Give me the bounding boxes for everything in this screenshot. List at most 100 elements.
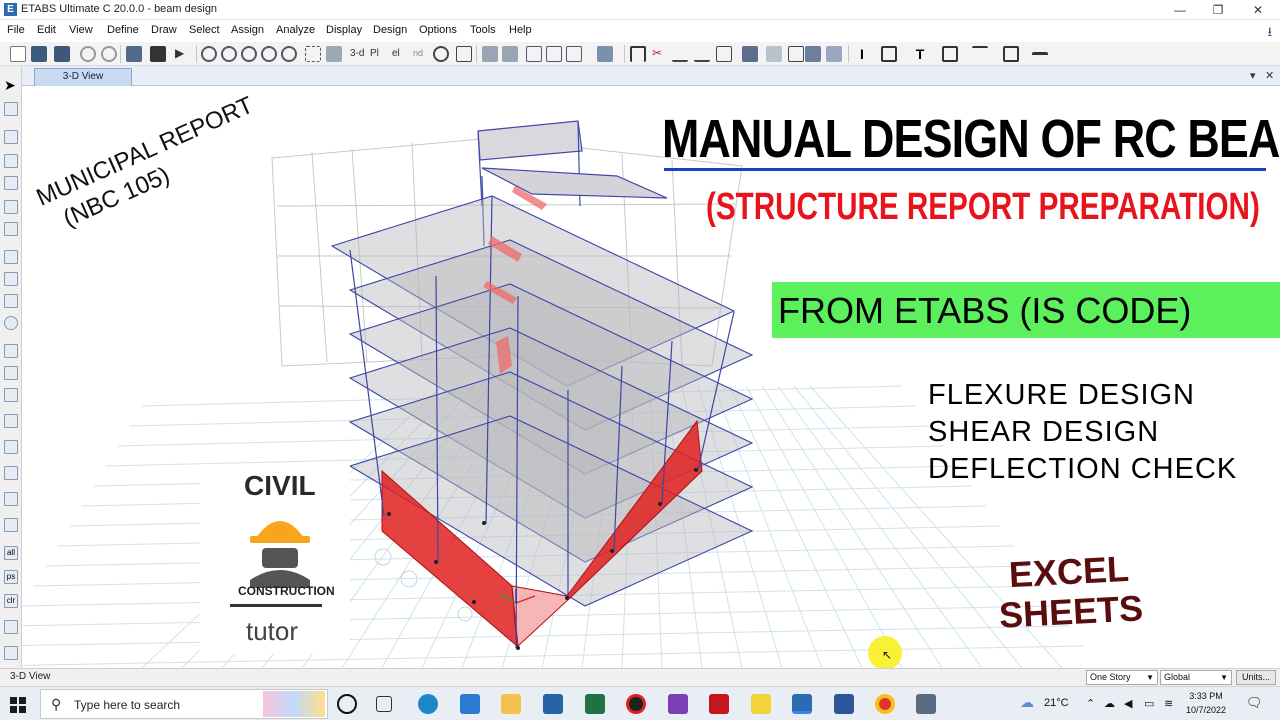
- weather-temperature[interactable]: 21°C: [1044, 697, 1069, 709]
- draw-grid-icon[interactable]: [4, 366, 18, 380]
- t-section-icon[interactable]: T: [912, 46, 928, 62]
- pencil-icon[interactable]: [126, 46, 142, 62]
- tab-3d-view[interactable]: 3-D View: [34, 68, 132, 86]
- word-icon[interactable]: [834, 694, 854, 714]
- autocad-icon[interactable]: [709, 694, 729, 714]
- sticky-notes-icon[interactable]: [751, 694, 771, 714]
- wifi-icon[interactable]: ≋: [1164, 697, 1173, 710]
- store-icon[interactable]: [460, 694, 480, 714]
- draw-rect-icon[interactable]: [4, 200, 18, 214]
- record-icon[interactable]: [626, 694, 646, 714]
- draw-poly-icon[interactable]: [4, 176, 18, 190]
- menu-help[interactable]: Help: [509, 24, 532, 36]
- draw-tendon-icon[interactable]: [4, 466, 18, 480]
- draw-cross-icon[interactable]: [4, 222, 18, 236]
- menu-design[interactable]: Design: [373, 24, 407, 36]
- redo-icon[interactable]: [101, 46, 117, 62]
- draw-joint-icon[interactable]: [4, 130, 18, 144]
- tray-chevron-icon[interactable]: ⌃: [1086, 697, 1095, 710]
- file-explorer-icon[interactable]: [501, 694, 521, 714]
- show-shadow-icon[interactable]: [805, 46, 821, 62]
- zoom-in-icon[interactable]: [261, 46, 277, 62]
- select-all-tool-icon[interactable]: all: [4, 546, 18, 560]
- system-clock[interactable]: 3:33 PM 10/7/2022: [1186, 689, 1226, 717]
- menu-options[interactable]: Options: [419, 24, 457, 36]
- excel-icon[interactable]: [585, 694, 605, 714]
- start-icon[interactable]: [10, 697, 26, 713]
- reshape-icon[interactable]: [4, 102, 18, 116]
- menu-edit[interactable]: Edit: [37, 24, 56, 36]
- menu-view[interactable]: View: [69, 24, 93, 36]
- nd-view-button[interactable]: nd: [413, 48, 423, 58]
- menu-draw[interactable]: Draw: [151, 24, 177, 36]
- set-display-icon[interactable]: [566, 46, 582, 62]
- zoom-restore-icon[interactable]: [221, 46, 237, 62]
- snap-icon[interactable]: [4, 620, 18, 634]
- etabs-icon[interactable]: [792, 694, 812, 714]
- draw-line-icon[interactable]: [4, 154, 18, 168]
- task-view-icon[interactable]: [376, 696, 392, 712]
- menu-display[interactable]: Display: [326, 24, 362, 36]
- lock-icon[interactable]: [150, 46, 166, 62]
- restraint-icon[interactable]: [742, 46, 758, 62]
- draw-frame-icon[interactable]: [630, 46, 646, 62]
- display-icon[interactable]: ▭: [1144, 697, 1154, 710]
- minimize-button[interactable]: —: [1162, 0, 1198, 20]
- taskbar-search-box[interactable]: ⚲ Type here to search: [40, 689, 328, 719]
- wall-section-icon[interactable]: [972, 46, 988, 62]
- units-button[interactable]: Units...: [1236, 670, 1276, 685]
- close-icon[interactable]: ✕: [1265, 69, 1274, 82]
- gdrive-icon[interactable]: [668, 694, 688, 714]
- extrude-icon[interactable]: [826, 46, 842, 62]
- slab-section-icon[interactable]: [1003, 46, 1019, 62]
- draw-beam-icon[interactable]: [672, 46, 688, 62]
- edge-icon[interactable]: [418, 694, 438, 714]
- i-section-icon[interactable]: I: [854, 46, 870, 62]
- wall-icon[interactable]: [766, 46, 782, 62]
- draw-slab-icon[interactable]: [4, 344, 18, 358]
- draw-brace-icon[interactable]: [716, 46, 732, 62]
- i-beam-icon[interactable]: [942, 46, 958, 62]
- run-analysis-icon[interactable]: ▶: [175, 46, 191, 62]
- draw-region-icon[interactable]: [4, 388, 18, 402]
- story-select[interactable]: One Story ▼: [1086, 670, 1158, 685]
- menu-tools[interactable]: Tools: [470, 24, 496, 36]
- pan-icon[interactable]: [305, 46, 321, 62]
- draw-column-icon[interactable]: [694, 46, 710, 62]
- save-icon[interactable]: [54, 46, 70, 62]
- zoom-full-icon[interactable]: [241, 46, 257, 62]
- coordinate-system-select[interactable]: Global ▼: [1160, 670, 1232, 685]
- move-up-icon[interactable]: [482, 46, 498, 62]
- cortana-icon[interactable]: [337, 694, 357, 714]
- draw-link-icon[interactable]: ✂: [652, 46, 668, 62]
- draw-wall-stack-icon[interactable]: [4, 518, 18, 532]
- rotate-icon[interactable]: [433, 46, 449, 62]
- undo-icon[interactable]: [80, 46, 96, 62]
- draw-dimension-icon[interactable]: [4, 414, 18, 428]
- chrome-icon[interactable]: [875, 694, 895, 714]
- zoom-window-icon[interactable]: [201, 46, 217, 62]
- elevation-view-button[interactable]: el: [392, 48, 400, 59]
- draw-opening-icon[interactable]: [4, 316, 18, 330]
- close-button[interactable]: ✕: [1240, 0, 1276, 20]
- draw-floor-icon[interactable]: [4, 272, 18, 286]
- menu-select[interactable]: Select: [189, 24, 220, 36]
- shrink-icon[interactable]: [326, 46, 342, 62]
- calculator-icon[interactable]: [916, 694, 936, 714]
- skype-icon[interactable]: [543, 694, 563, 714]
- snap-grid-icon[interactable]: [4, 646, 18, 660]
- previous-selection-icon[interactable]: ps: [4, 570, 18, 584]
- menu-file[interactable]: File: [7, 24, 25, 36]
- draw-area-icon[interactable]: [4, 250, 18, 264]
- draw-strip-icon[interactable]: [4, 492, 18, 506]
- onedrive-icon[interactable]: ☁: [1104, 697, 1115, 710]
- view-3d-button[interactable]: 3-d: [350, 48, 364, 59]
- open-icon[interactable]: [31, 46, 47, 62]
- tab-dropdown-icon[interactable]: ▾: [1250, 69, 1256, 82]
- weather-icon[interactable]: ☁: [1020, 694, 1034, 711]
- perspective-icon[interactable]: [456, 46, 472, 62]
- select-all-icon[interactable]: [526, 46, 542, 62]
- model-viewport[interactable]: MANUAL DESIGN OF RC BEAM (STRUCTURE REPO…: [22, 86, 1280, 668]
- notification-icon[interactable]: 🗨: [1246, 695, 1263, 711]
- new-model-icon[interactable]: [10, 46, 26, 62]
